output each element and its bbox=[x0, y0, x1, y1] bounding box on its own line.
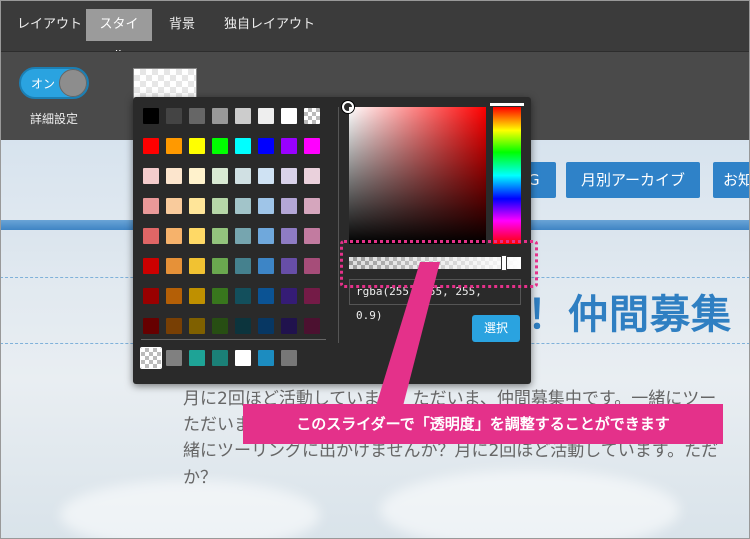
palette-swatch[interactable] bbox=[166, 138, 182, 154]
palette-swatch[interactable] bbox=[189, 318, 205, 334]
palette-swatch[interactable] bbox=[212, 258, 228, 274]
palette-swatch[interactable] bbox=[281, 108, 297, 124]
palette-swatch[interactable] bbox=[258, 138, 274, 154]
palette-swatch[interactable] bbox=[258, 318, 274, 334]
toggle-label: オン bbox=[31, 77, 56, 91]
body-text-line: か？ bbox=[183, 468, 217, 488]
palette-swatch[interactable] bbox=[212, 198, 228, 214]
palette-swatch[interactable] bbox=[212, 228, 228, 244]
recent-color-swatch[interactable] bbox=[281, 350, 297, 366]
palette-swatch[interactable] bbox=[166, 168, 182, 184]
palette-swatch[interactable] bbox=[281, 318, 297, 334]
saturation-value-area[interactable] bbox=[349, 107, 486, 244]
recent-color-swatch[interactable] bbox=[140, 347, 162, 369]
palette-swatch[interactable] bbox=[143, 288, 159, 304]
palette-swatch[interactable] bbox=[189, 288, 205, 304]
palette-swatch[interactable] bbox=[166, 108, 182, 124]
palette-swatch[interactable] bbox=[143, 198, 159, 214]
palette-swatch[interactable] bbox=[304, 288, 320, 304]
advanced-settings-label: 詳細設定 bbox=[30, 112, 79, 126]
palette-swatch[interactable] bbox=[258, 258, 274, 274]
tab-style[interactable]: スタイル bbox=[86, 9, 152, 64]
palette-swatch[interactable] bbox=[235, 288, 251, 304]
nav-button-news[interactable]: お知 bbox=[713, 162, 750, 198]
palette-swatch[interactable] bbox=[189, 108, 205, 124]
palette-swatch[interactable] bbox=[189, 198, 205, 214]
advanced-settings-toggle[interactable]: オン bbox=[19, 67, 89, 99]
hue-slider-handle[interactable] bbox=[490, 103, 524, 106]
palette-swatch[interactable] bbox=[189, 168, 205, 184]
palette-swatch[interactable] bbox=[235, 258, 251, 274]
palette-swatch[interactable] bbox=[235, 138, 251, 154]
cloud-decoration bbox=[380, 470, 680, 539]
palette-swatch[interactable] bbox=[212, 108, 228, 124]
palette-swatch[interactable] bbox=[166, 288, 182, 304]
palette-swatch[interactable] bbox=[166, 318, 182, 334]
palette-swatch[interactable] bbox=[143, 228, 159, 244]
palette-swatch[interactable] bbox=[143, 258, 159, 274]
tab-layout[interactable]: レイアウト bbox=[9, 9, 90, 41]
palette-swatch[interactable] bbox=[166, 258, 182, 274]
picker-divider bbox=[338, 107, 339, 343]
palette-swatch[interactable] bbox=[258, 288, 274, 304]
palette-swatch[interactable] bbox=[304, 138, 320, 154]
palette-swatch[interactable] bbox=[258, 168, 274, 184]
palette-swatch[interactable] bbox=[189, 228, 205, 244]
palette-swatch[interactable] bbox=[166, 228, 182, 244]
palette-swatch[interactable] bbox=[281, 168, 297, 184]
alpha-slider-highlight bbox=[340, 240, 538, 288]
palette-swatch[interactable] bbox=[235, 198, 251, 214]
palette-swatch[interactable] bbox=[258, 228, 274, 244]
palette-swatch[interactable] bbox=[281, 258, 297, 274]
palette-swatch[interactable] bbox=[212, 288, 228, 304]
recent-color-swatch[interactable] bbox=[166, 350, 182, 366]
body-text-line: ただいま bbox=[183, 415, 251, 435]
color-swatch-button[interactable] bbox=[133, 68, 197, 100]
palette-swatch[interactable] bbox=[304, 108, 320, 124]
recent-color-swatch[interactable] bbox=[189, 350, 205, 366]
palette-swatch[interactable] bbox=[258, 198, 274, 214]
palette-swatch[interactable] bbox=[281, 198, 297, 214]
recent-color-swatch[interactable] bbox=[212, 350, 228, 366]
palette-swatch[interactable] bbox=[212, 138, 228, 154]
palette-swatch[interactable] bbox=[189, 258, 205, 274]
tab-background[interactable]: 背景 bbox=[161, 9, 203, 41]
palette-swatch[interactable] bbox=[304, 258, 320, 274]
hue-slider[interactable] bbox=[493, 107, 521, 244]
palette-swatch[interactable] bbox=[235, 168, 251, 184]
palette-divider bbox=[141, 339, 326, 340]
palette-swatch[interactable] bbox=[304, 318, 320, 334]
palette-swatch[interactable] bbox=[189, 138, 205, 154]
palette-swatch[interactable] bbox=[166, 198, 182, 214]
recent-color-swatch[interactable] bbox=[258, 350, 274, 366]
palette-swatch[interactable] bbox=[281, 138, 297, 154]
annotation-callout: このスライダーで「透明度」を調整することができます bbox=[243, 404, 723, 444]
palette-swatch[interactable] bbox=[304, 198, 320, 214]
palette-swatch[interactable] bbox=[212, 168, 228, 184]
palette-swatch[interactable] bbox=[258, 108, 274, 124]
palette-swatch[interactable] bbox=[143, 138, 159, 154]
palette-swatch[interactable] bbox=[143, 318, 159, 334]
palette-swatch[interactable] bbox=[143, 168, 159, 184]
palette-swatch[interactable] bbox=[143, 108, 159, 124]
palette-swatch[interactable] bbox=[235, 228, 251, 244]
palette-swatch[interactable] bbox=[304, 168, 320, 184]
palette-swatch[interactable] bbox=[212, 318, 228, 334]
page-heading: ！仲間募集 bbox=[527, 292, 732, 338]
nav-button-monthly-archive[interactable]: 月別アーカイブ bbox=[566, 162, 700, 198]
tab-custom-layout[interactable]: 独自レイアウト bbox=[216, 9, 323, 41]
palette-swatch[interactable] bbox=[235, 318, 251, 334]
palette-swatch[interactable] bbox=[281, 288, 297, 304]
palette-swatch[interactable] bbox=[281, 228, 297, 244]
cloud-decoration bbox=[60, 480, 320, 539]
select-button[interactable]: 選択 bbox=[472, 315, 520, 342]
palette-swatch[interactable] bbox=[304, 228, 320, 244]
recent-color-swatch[interactable] bbox=[235, 350, 251, 366]
editor-tab-bar: レイアウト スタイル 背景 独自レイアウト bbox=[0, 0, 750, 64]
saturation-value-cursor[interactable] bbox=[342, 101, 354, 113]
toggle-knob[interactable] bbox=[59, 69, 87, 97]
palette-swatch[interactable] bbox=[235, 108, 251, 124]
